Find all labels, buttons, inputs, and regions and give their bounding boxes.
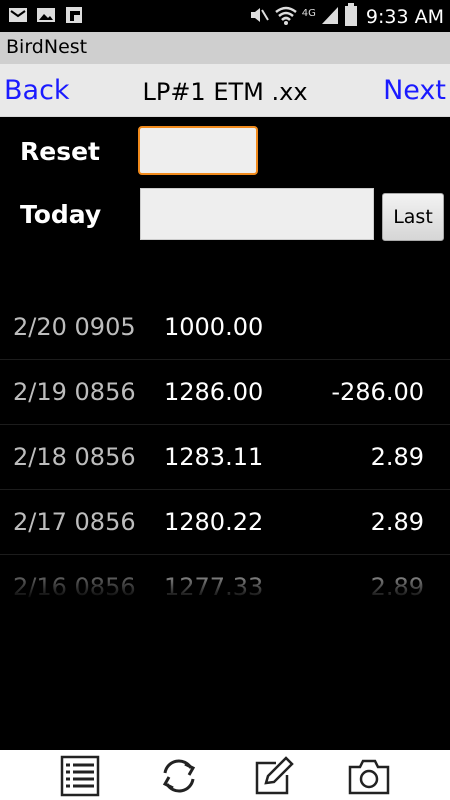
bottom-toolbar xyxy=(0,750,450,800)
network-type-label: 4G xyxy=(301,7,316,19)
system-icons: 4G 9:33 AM xyxy=(248,3,444,31)
notification-icons xyxy=(8,5,84,29)
image-icon xyxy=(36,5,56,29)
entry-date: 2/16 0856 xyxy=(13,573,136,600)
entry-change: 2.89 xyxy=(370,508,424,536)
app-screen: 4G 9:33 AM BirdNest Back LP#1 ETM .xx Ne… xyxy=(0,0,450,800)
entry-date: 2/19 0856 xyxy=(13,378,136,406)
reset-input[interactable] xyxy=(138,126,258,175)
app-title-bar: BirdNest xyxy=(0,32,450,64)
mute-icon xyxy=(248,4,270,30)
refresh-icon[interactable] xyxy=(157,755,201,797)
list-item[interactable]: 2/17 0856 1280.22 2.89 xyxy=(0,490,450,555)
entry-date: 2/18 0856 xyxy=(13,443,136,471)
list-icon[interactable] xyxy=(58,755,102,797)
entry-change: 2.89 xyxy=(370,443,424,471)
entry-date: 2/17 0856 xyxy=(13,508,136,536)
last-button[interactable]: Last xyxy=(382,193,444,241)
entry-value: 1277.33 xyxy=(164,573,264,600)
camera-icon[interactable] xyxy=(347,755,391,797)
reset-label: Reset xyxy=(20,137,100,166)
list-item[interactable]: 2/20 0905 1000.00 xyxy=(0,295,450,360)
entry-value: 1000.00 xyxy=(164,313,264,341)
list-item[interactable]: 2/18 0856 1283.11 2.89 xyxy=(0,425,450,490)
status-bar: 4G 9:33 AM xyxy=(0,0,450,32)
list-item[interactable]: 2/19 0856 1286.00 -286.00 xyxy=(0,360,450,425)
today-label: Today xyxy=(20,200,102,229)
app-title: BirdNest xyxy=(6,36,88,58)
entry-value: 1280.22 xyxy=(164,508,264,536)
edit-icon[interactable] xyxy=(252,755,296,797)
nav-bar: Back LP#1 ETM .xx Next xyxy=(0,64,450,117)
wifi-icon xyxy=(274,4,298,30)
today-input[interactable] xyxy=(140,188,374,240)
next-button[interactable]: Next xyxy=(383,75,446,106)
list-item[interactable]: 2/16 0856 1277.33 2.89 xyxy=(0,555,450,600)
entry-value: 1283.11 xyxy=(164,443,264,471)
signal-icon xyxy=(320,4,340,30)
mail-icon xyxy=(8,5,28,29)
entry-list[interactable]: 2/20 0905 1000.00 2/19 0856 1286.00 -286… xyxy=(0,295,450,600)
entry-value: 1286.00 xyxy=(164,378,264,406)
clock: 9:33 AM xyxy=(365,6,444,28)
entry-date: 2/20 0905 xyxy=(13,313,136,341)
flipboard-icon xyxy=(64,5,84,29)
battery-icon xyxy=(344,3,358,31)
entry-change: 2.89 xyxy=(370,573,424,600)
entry-change: -286.00 xyxy=(331,378,424,406)
